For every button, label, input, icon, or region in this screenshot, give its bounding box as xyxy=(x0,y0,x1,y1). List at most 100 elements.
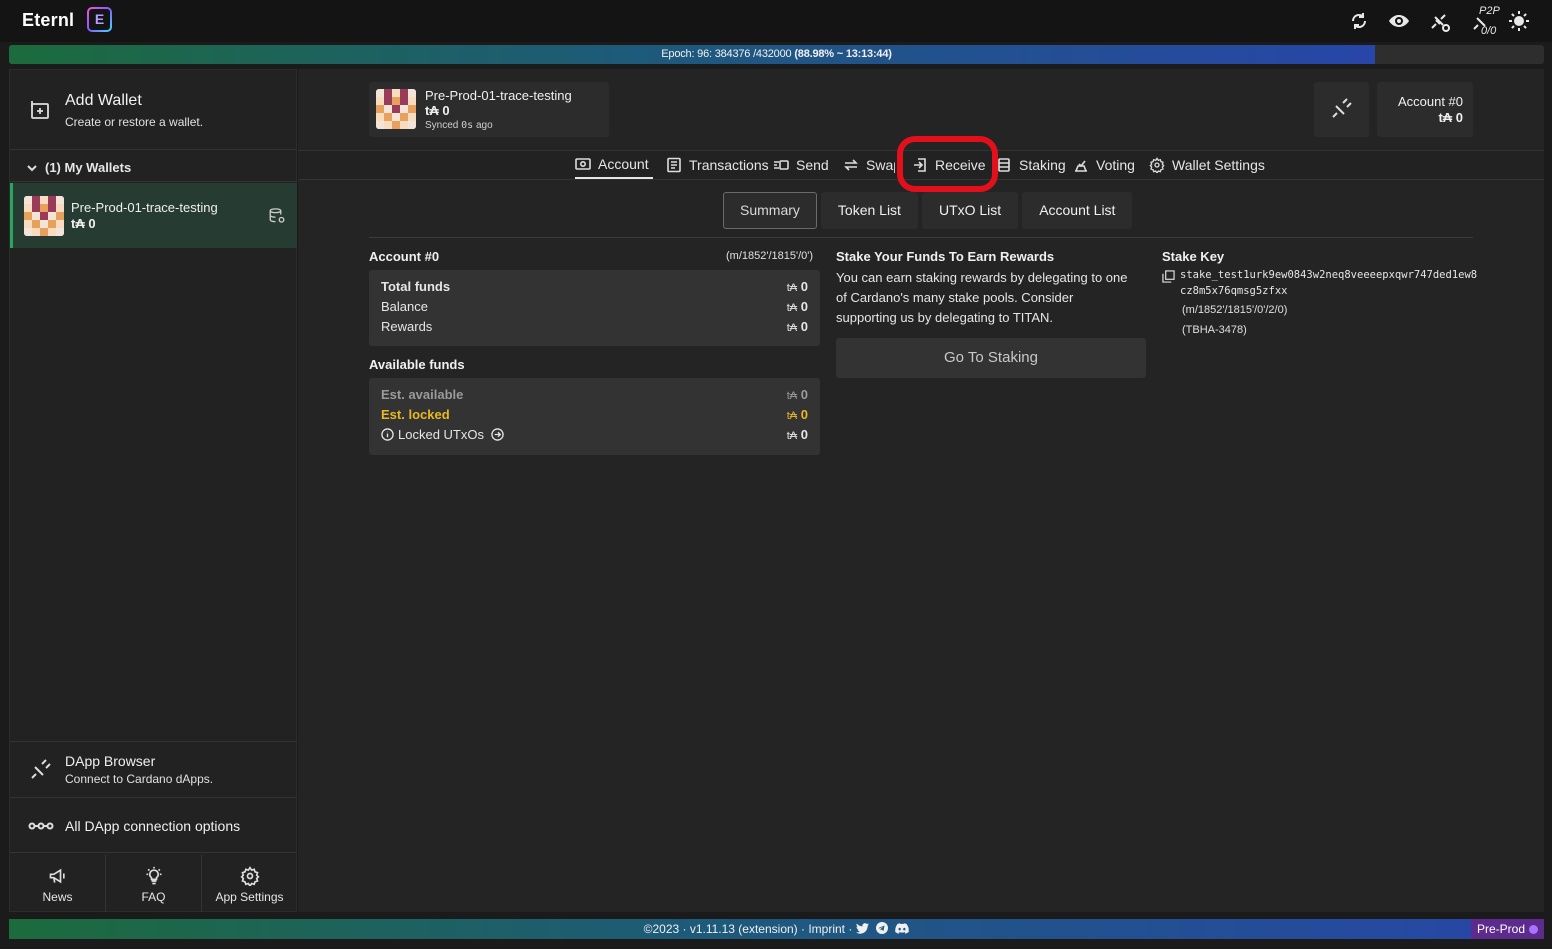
currency-unit: t₳ xyxy=(786,302,798,314)
wallet-avatar xyxy=(376,89,416,129)
tab-wallet-settings-label: Wallet Settings xyxy=(1172,157,1265,173)
tab-transactions-label: Transactions xyxy=(689,157,769,173)
app-logo-glyph: E xyxy=(89,9,110,30)
add-wallet-title: Add Wallet xyxy=(65,92,142,109)
stake-key-path: (m/1852'/1815'/0'/2/0) xyxy=(1182,304,1288,316)
telegram-icon[interactable] xyxy=(876,922,889,935)
subtab-account-list[interactable]: Account List xyxy=(1022,192,1133,229)
sidebar-wallet-item[interactable]: Pre-Prod-01-trace-testing t₳ 0 xyxy=(10,183,297,248)
est-available-row: Est. available t₳ 0 xyxy=(381,387,808,405)
locked-utxos-row[interactable]: Locked UTxOs t₳ 0 xyxy=(381,427,808,445)
current-wallet-card[interactable]: Pre-Prod-01-trace-testing t₳ 0 Synced 0s… xyxy=(369,82,609,137)
network-status-icon xyxy=(1529,925,1538,934)
stake-key-value[interactable]: stake_test1urk9ew0843w2neq8veeeepxqwr747… xyxy=(1180,267,1480,299)
network-name: Pre-Prod xyxy=(1476,922,1525,936)
locked-utxos-value: t₳ 0 xyxy=(787,427,808,442)
tab-voting-label: Voting xyxy=(1096,157,1135,173)
discord-icon[interactable] xyxy=(895,923,910,935)
sidebar-bottom-nav: News FAQ App Settings xyxy=(10,855,297,912)
current-wallet-name: Pre-Prod-01-trace-testing xyxy=(425,88,572,103)
arrow-right-circle-icon[interactable] xyxy=(490,428,504,441)
est-locked-value: t₳ 0 xyxy=(787,407,808,422)
eye-icon[interactable] xyxy=(1387,9,1411,33)
currency-unit: t₳ xyxy=(786,322,798,334)
available-funds-box: Est. available t₳ 0 Est. locked t₳ 0 Loc… xyxy=(369,378,820,455)
dapp-browser-button[interactable]: DApp Browser Connect to Cardano dApps. xyxy=(10,741,297,796)
balance-label: Balance xyxy=(381,299,428,314)
balance-row: Balance t₳ 0 xyxy=(381,299,808,317)
my-wallets-label: (1) My Wallets xyxy=(45,160,132,175)
sidebar: Add Wallet Create or restore a wallet. (… xyxy=(9,69,297,912)
dapp-browser-subtitle: Connect to Cardano dApps. xyxy=(65,772,214,786)
currency-unit: t₳ xyxy=(786,282,798,294)
app-logo-icon[interactable]: E xyxy=(87,7,112,32)
add-wallet-button[interactable]: Add Wallet Create or restore a wallet. xyxy=(10,70,297,150)
epoch-prefix: Epoch: 96: 384376 /432000 xyxy=(661,48,792,60)
dapp-options-button[interactable]: All DApp connection options xyxy=(10,797,297,853)
value: 0 xyxy=(800,319,808,334)
account-selector[interactable]: Account #0 t₳ 0 xyxy=(1377,82,1473,137)
copy-icon[interactable] xyxy=(1162,270,1175,283)
locked-utxos-label: Locked UTxOs xyxy=(398,427,484,442)
account-summary-title: Account #0 xyxy=(369,249,440,264)
divider xyxy=(369,237,1473,238)
refresh-icon[interactable] xyxy=(1347,9,1371,33)
sync-suffix: ago xyxy=(475,120,493,131)
wallet-db-settings-icon[interactable] xyxy=(268,207,286,225)
value: 0 xyxy=(800,387,808,402)
tab-staking[interactable]: Staking xyxy=(996,151,1066,179)
sidebar-wallet-balance: t₳ 0 xyxy=(71,216,96,231)
tab-wallet-settings[interactable]: Wallet Settings xyxy=(1149,151,1265,179)
currency-unit: t₳ xyxy=(786,390,798,402)
go-to-staking-button[interactable]: Go To Staking xyxy=(836,338,1146,378)
dapp-connect-button[interactable] xyxy=(1314,82,1369,137)
gear-icon xyxy=(239,866,260,886)
app-logo-text[interactable]: Eternl xyxy=(22,10,74,31)
est-locked-row: Est. locked t₳ 0 xyxy=(381,407,808,425)
rewards-label: Rewards xyxy=(381,319,433,334)
my-wallets-group-toggle[interactable]: (1) My Wallets xyxy=(10,152,297,182)
p2p-label: P2P xyxy=(1479,5,1500,17)
total-funds-row: Total funds t₳ 0 xyxy=(381,279,808,297)
twitter-icon[interactable] xyxy=(855,923,869,935)
social-icons xyxy=(855,922,910,937)
gear-icon xyxy=(1149,157,1165,173)
subtab-token-list[interactable]: Token List xyxy=(820,192,918,229)
rewards-value: t₳ 0 xyxy=(787,319,808,334)
faq-label: FAQ xyxy=(141,890,166,904)
sync-prefix: Synced xyxy=(425,120,459,131)
tab-transactions[interactable]: Transactions xyxy=(666,151,769,179)
est-locked-label: Est. locked xyxy=(381,407,450,422)
staking-promo-text: You can earn staking rewards by delegati… xyxy=(836,270,1128,325)
connections-icon xyxy=(28,820,54,832)
app-settings-button[interactable]: App Settings xyxy=(202,855,297,912)
plug-icon xyxy=(1329,97,1353,121)
send-icon xyxy=(773,157,789,173)
tab-voting[interactable]: Voting xyxy=(1073,151,1135,179)
total-funds-label: Total funds xyxy=(381,279,451,294)
est-available-label: Est. available xyxy=(381,387,464,402)
list-icon xyxy=(666,157,682,173)
footer-text: ©2023 · v1.11.13 (extension) · Imprint · xyxy=(9,922,1544,937)
subtab-utxo-list[interactable]: UTxO List xyxy=(921,192,1019,229)
account-derivation-path: (m/1852'/1815'/0') xyxy=(726,250,814,262)
current-wallet-balance: t₳ 0 xyxy=(425,103,450,118)
dapp-network-icon[interactable] xyxy=(1427,9,1451,33)
footer-copyright[interactable]: ©2023 · v1.11.13 (extension) · Imprint · xyxy=(644,922,853,936)
currency-unit: t₳ xyxy=(786,430,798,442)
wallet-sync-status: Synced 0s ago xyxy=(425,120,493,131)
total-funds-value: t₳ 0 xyxy=(787,279,808,294)
tab-swap[interactable]: Swap xyxy=(843,151,895,179)
dapp-browser-title: DApp Browser xyxy=(65,753,156,769)
sun-icon[interactable] xyxy=(1507,9,1531,33)
epoch-progress-text: (88.98% ~ 13:13:44) xyxy=(794,48,892,60)
faq-button[interactable]: FAQ xyxy=(106,855,202,912)
lightbulb-icon xyxy=(144,866,164,886)
subtab-summary[interactable]: Summary xyxy=(723,192,817,229)
tab-account[interactable]: Account xyxy=(575,151,653,179)
news-button[interactable]: News xyxy=(10,855,106,912)
top-bar: Eternl E P2P 0/0 xyxy=(0,0,1552,42)
tab-send[interactable]: Send xyxy=(773,151,829,179)
news-label: News xyxy=(42,890,73,904)
main-panel: Pre-Prod-01-trace-testing t₳ 0 Synced 0s… xyxy=(298,69,1544,912)
